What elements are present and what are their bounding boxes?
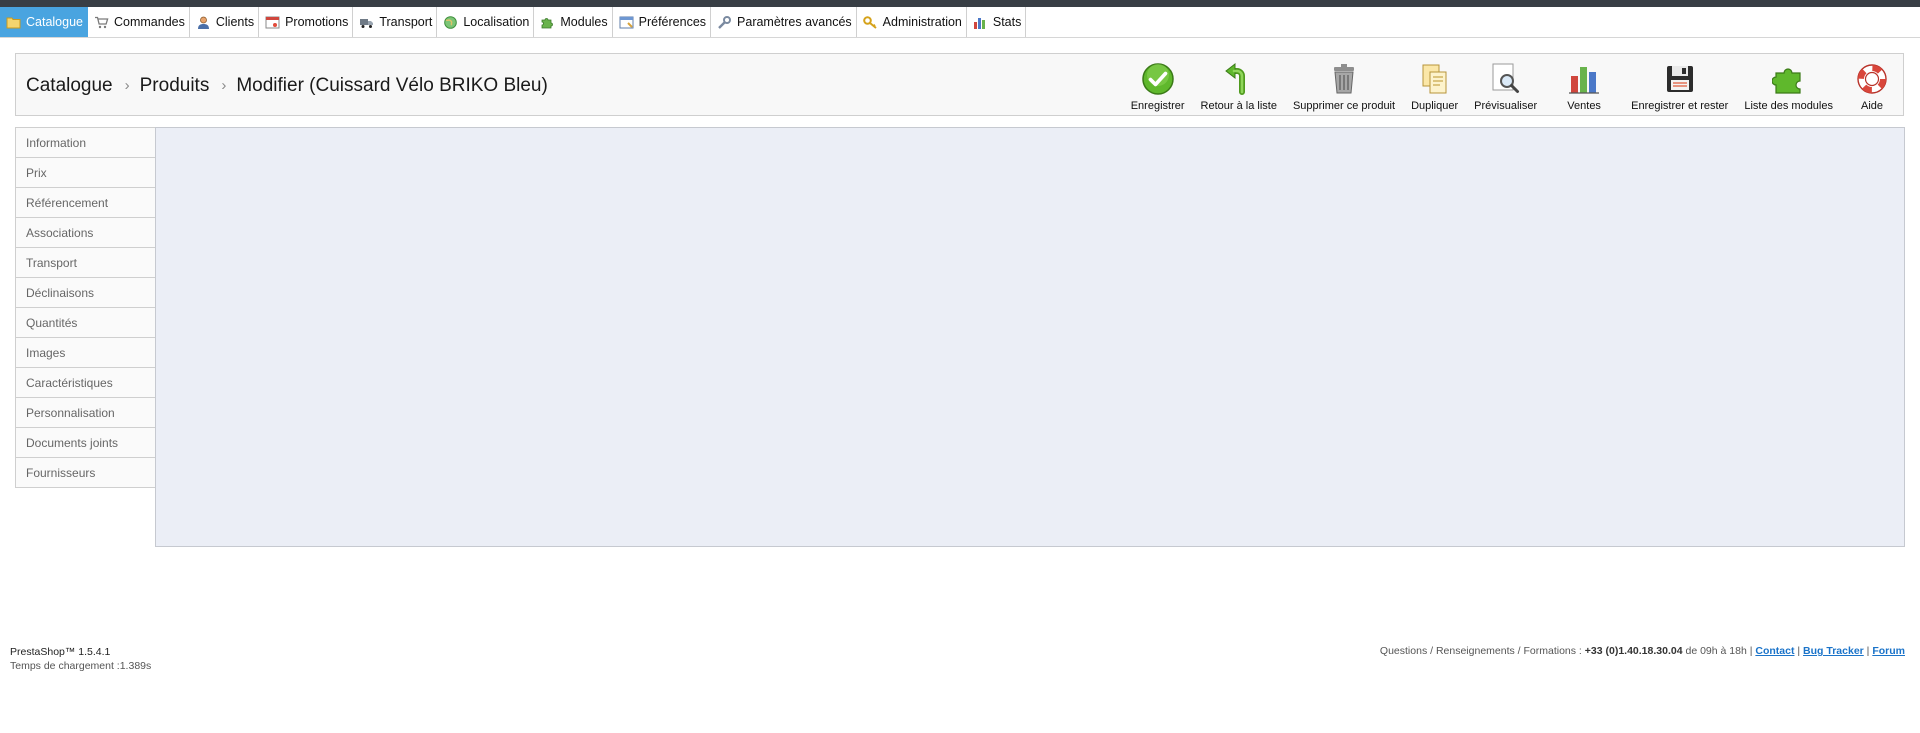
magnifier-icon [1492, 63, 1519, 93]
preview-button[interactable]: Prévisualiser [1466, 54, 1545, 115]
menu-item-stats[interactable]: Stats [967, 7, 1027, 37]
support-info-label: Questions / Renseignements / Formations … [1379, 645, 1585, 657]
lifebuoy-icon [1857, 64, 1887, 94]
tab-transport[interactable]: Transport [16, 248, 156, 278]
menu-item-clients[interactable]: Clients [190, 7, 260, 37]
menu-label: Modules [560, 15, 608, 29]
menu-item-preferences[interactable]: Préférences [613, 7, 712, 37]
menu-label: Transport [379, 15, 433, 29]
tag-icon [265, 16, 280, 28]
sales-chart-icon [1569, 67, 1600, 94]
truck-icon [360, 18, 374, 28]
help-button[interactable]: Aide [1841, 54, 1903, 115]
menu-item-transport[interactable]: Transport [353, 7, 438, 37]
tab-declinaisons[interactable]: Déclinaisons [16, 278, 156, 308]
modules-list-button[interactable]: Liste des modules [1736, 54, 1841, 115]
bug-tracker-link[interactable]: Bug Tracker [1803, 645, 1864, 657]
tab-content-panel [155, 127, 1905, 547]
menu-label: Administration [882, 15, 962, 29]
contact-link[interactable]: Contact [1755, 645, 1794, 657]
breadcrumb-separator: › [221, 77, 227, 94]
tab-prix[interactable]: Prix [16, 158, 156, 188]
breadcrumb-catalogue[interactable]: Catalogue [26, 75, 113, 96]
menu-label: Stats [992, 15, 1022, 29]
breadcrumb-separator: › [124, 77, 130, 94]
globe-icon [444, 15, 458, 29]
tab-quantites[interactable]: Quantités [16, 308, 156, 338]
puzzle-icon [541, 17, 554, 28]
cart-icon [95, 16, 109, 28]
duplicate-icon [1422, 64, 1447, 94]
tab-referencement[interactable]: Référencement [16, 188, 156, 218]
chart-icon [973, 17, 985, 29]
floppy-disk-icon [1666, 66, 1693, 92]
trash-icon [1334, 64, 1354, 94]
sales-button[interactable]: Ventes [1545, 54, 1623, 115]
user-icon [197, 16, 209, 29]
menu-item-parametres-avances[interactable]: Paramètres avancés [711, 7, 857, 37]
support-phone: +33 (0)1.40.18.30.04 [1584, 645, 1683, 657]
menu-item-localisation[interactable]: Localisation [437, 7, 535, 37]
tab-associations[interactable]: Associations [16, 218, 156, 248]
tab-information[interactable]: Information [16, 128, 156, 158]
tab-images[interactable]: Images [16, 338, 156, 368]
menu-item-promotions[interactable]: Promotions [259, 7, 354, 37]
product-tabs: Information Prix Référencement Associati… [15, 127, 156, 488]
wrench-icon [718, 15, 732, 29]
footer-version: PrestaShop™ 1.5.4.1 Temps de chargement … [10, 645, 151, 673]
save-button[interactable]: Enregistrer [1123, 54, 1193, 115]
key-icon [862, 15, 877, 29]
breadcrumb-produits[interactable]: Produits [140, 75, 210, 96]
menu-item-administration[interactable]: Administration [857, 7, 967, 37]
breadcrumb: Catalogue › Produits › Modifier (Cuissard Vé… [26, 75, 548, 97]
tab-fournisseurs[interactable]: Fournisseurs [16, 458, 156, 487]
menu-label: Catalogue [26, 15, 83, 29]
menu-label: Localisation [463, 15, 530, 29]
load-time: Temps de chargement :1.389s [10, 660, 152, 672]
tab-personnalisation[interactable]: Personnalisation [16, 398, 156, 428]
tab-caracteristiques[interactable]: Caractéristiques [16, 368, 156, 398]
menu-label: Promotions [285, 15, 349, 29]
support-hours: de 09h à 18h [1682, 645, 1750, 657]
delete-product-button[interactable]: Supprimer ce produit [1285, 54, 1403, 115]
page-toolbar: Catalogue › Produits › Modifier (Cuissard Vé… [15, 53, 1904, 116]
window-icon [619, 16, 634, 28]
save-and-stay-button[interactable]: Enregistrer et rester [1623, 54, 1736, 115]
toolbar-actions: Enregistrer Retour à la liste Supprimer … [1123, 54, 1903, 115]
menu-item-modules[interactable]: Modules [534, 7, 613, 37]
page-title: Modifier (Cuissard Vélo BRIKO Bleu) [236, 75, 548, 96]
back-arrow-icon [1224, 62, 1245, 95]
footer-links: Questions / Renseignements / Formations … [1379, 645, 1905, 657]
menu-label: Clients [215, 15, 255, 29]
tab-documents-joints[interactable]: Documents joints [16, 428, 156, 458]
main-menu: Catalogue Commandes Clients Promotions T… [0, 7, 1920, 38]
menu-label: Préférences [638, 15, 707, 29]
menu-label: Paramètres avancés [737, 15, 852, 29]
back-to-list-button[interactable]: Retour à la liste [1193, 54, 1285, 115]
folder-icon [6, 17, 21, 28]
menu-item-catalogue[interactable]: Catalogue [0, 7, 88, 37]
puzzle-piece-icon [1771, 68, 1801, 94]
menu-label: Commandes [114, 15, 185, 29]
menu-item-commandes[interactable]: Commandes [88, 7, 190, 37]
duplicate-button[interactable]: Dupliquer [1403, 54, 1466, 115]
forum-link[interactable]: Forum [1872, 645, 1905, 657]
prestashop-version: PrestaShop™ 1.5.4.1 [10, 646, 111, 658]
top-strip [0, 0, 1920, 7]
check-icon [1141, 63, 1174, 95]
